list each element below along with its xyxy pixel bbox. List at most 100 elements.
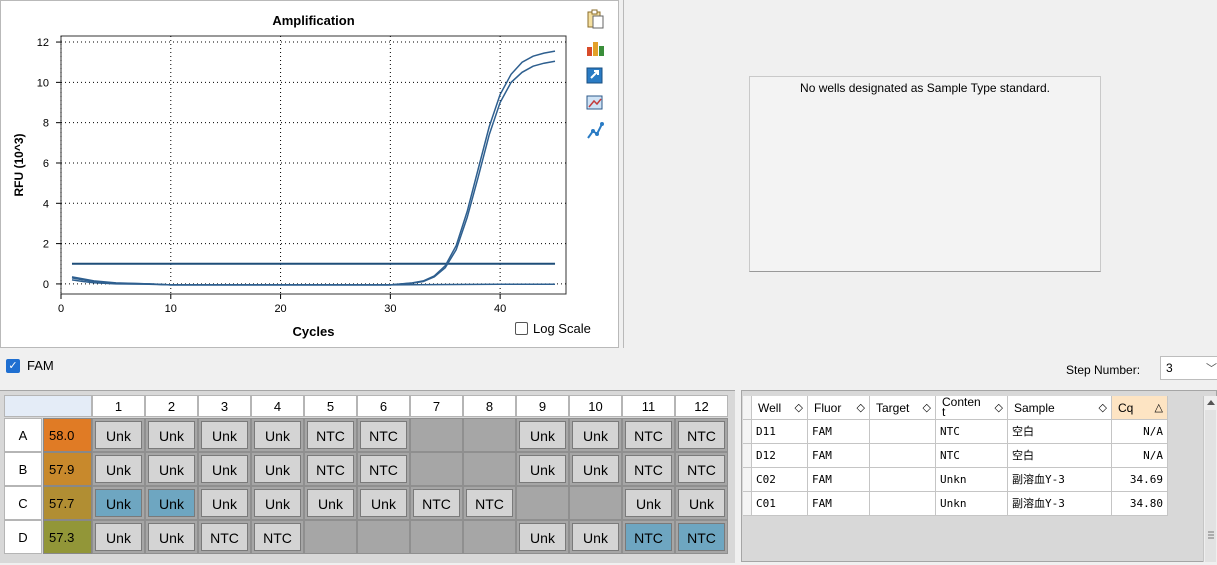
table-cell[interactable]: NTC [936,444,1008,468]
plate-column-header[interactable]: 8 [463,395,516,417]
plate-well[interactable]: Unk [357,486,410,520]
plate-column-header[interactable]: 7 [410,395,463,417]
plate-column-header[interactable]: 6 [357,395,410,417]
table-header-fluor[interactable]: Fluor ◇ [808,396,870,420]
plate-column-header[interactable]: 5 [304,395,357,417]
plate-well[interactable] [463,452,516,486]
plate-well[interactable]: Unk [145,520,198,554]
plate-well[interactable]: Unk [516,520,569,554]
plate-well[interactable]: Unk [675,486,728,520]
plate-well[interactable]: Unk [516,452,569,486]
table-cell[interactable]: 空白 [1008,420,1112,444]
image-icon[interactable] [585,93,605,113]
table-cell[interactable]: N/A [1112,444,1168,468]
row-selector[interactable] [743,468,752,492]
plate-well[interactable]: Unk [304,486,357,520]
plate-well[interactable] [516,486,569,520]
table-cell[interactable]: 34.80 [1112,492,1168,516]
row-selector[interactable] [743,420,752,444]
table-cell[interactable]: D12 [752,444,808,468]
plate-well[interactable] [304,520,357,554]
table-header-well[interactable]: Well ◇ [752,396,808,420]
plate-well[interactable]: NTC [675,520,728,554]
plate-column-header[interactable]: 1 [92,395,145,417]
plate-well[interactable]: Unk [145,418,198,452]
plate-well[interactable] [410,520,463,554]
plate-well[interactable]: Unk [92,418,145,452]
log-scale-checkbox[interactable] [515,322,528,335]
chart-settings-icon[interactable] [585,37,605,57]
plate-well[interactable] [410,452,463,486]
table-cell[interactable] [870,420,936,444]
plate-row-header[interactable]: D [4,520,42,554]
table-cell[interactable]: FAM [808,468,870,492]
plate-well[interactable]: Unk [569,452,622,486]
plate-row-header[interactable]: C [4,486,42,520]
plate-well[interactable]: NTC [463,486,516,520]
chevron-down-icon[interactable]: ﹀ [1206,360,1217,376]
table-cell[interactable]: N/A [1112,420,1168,444]
plate-well[interactable]: Unk [198,486,251,520]
table-scrollbar[interactable] [1203,396,1217,562]
table-header-conten-t[interactable]: Conten t ◇ [936,396,1008,420]
plate-well[interactable] [569,486,622,520]
sort-icon[interactable]: ◇ [923,396,931,420]
plate-column-header[interactable]: 3 [198,395,251,417]
plate-well[interactable]: Unk [516,418,569,452]
plate-well[interactable]: Unk [622,486,675,520]
plate-well[interactable] [463,520,516,554]
table-cell[interactable]: 副溶血Y-3 [1008,492,1112,516]
plate-well[interactable] [463,418,516,452]
sort-icon[interactable]: ◇ [857,396,865,420]
plate-well[interactable]: NTC [622,452,675,486]
plate-column-header[interactable]: 2 [145,395,198,417]
table-cell[interactable]: Unkn [936,468,1008,492]
plate-well[interactable]: NTC [675,418,728,452]
plate-well[interactable]: Unk [569,418,622,452]
sort-icon[interactable]: △ [1155,396,1163,420]
table-cell[interactable]: 副溶血Y-3 [1008,468,1112,492]
log-scale-toggle[interactable]: Log Scale [515,321,591,336]
series-icon[interactable] [585,121,605,141]
plate-well[interactable] [357,520,410,554]
table-cell[interactable]: D11 [752,420,808,444]
plate-well[interactable]: Unk [251,486,304,520]
plate-column-header[interactable]: 9 [516,395,569,417]
fam-checkbox[interactable]: ✓ [6,359,20,373]
plate-well[interactable]: Unk [145,452,198,486]
plate-well[interactable]: NTC [622,520,675,554]
export-icon[interactable] [585,65,605,85]
table-header-target[interactable]: Target ◇ [870,396,936,420]
table-cell[interactable] [870,492,936,516]
table-cell[interactable] [870,468,936,492]
table-cell[interactable]: FAM [808,444,870,468]
table-cell[interactable]: C01 [752,492,808,516]
plate-row-header[interactable]: A [4,418,42,452]
plate-well[interactable]: NTC [251,520,304,554]
plate-column-header[interactable]: 12 [675,395,728,417]
plate-well[interactable]: Unk [92,486,145,520]
table-cell[interactable]: C02 [752,468,808,492]
plate-well[interactable]: NTC [357,418,410,452]
table-cell[interactable]: 空白 [1008,444,1112,468]
plate-row-header[interactable]: B [4,452,42,486]
plate-column-header[interactable]: 4 [251,395,304,417]
plate-well[interactable]: NTC [198,520,251,554]
plate-well[interactable]: Unk [251,418,304,452]
table-cell[interactable] [870,444,936,468]
copy-icon[interactable] [585,9,605,29]
table-header-sample[interactable]: Sample ◇ [1008,396,1112,420]
plate-well[interactable]: Unk [145,486,198,520]
plate-well[interactable]: NTC [622,418,675,452]
plate-well[interactable]: Unk [569,520,622,554]
plate-well[interactable]: NTC [304,452,357,486]
row-selector[interactable] [743,492,752,516]
plate-column-header[interactable]: 11 [622,395,675,417]
plate-well[interactable]: NTC [410,486,463,520]
plate-column-header[interactable]: 10 [569,395,622,417]
table-cell[interactable]: 34.69 [1112,468,1168,492]
plate-well[interactable]: Unk [198,418,251,452]
plate-well[interactable]: Unk [92,452,145,486]
table-cell[interactable]: NTC [936,420,1008,444]
table-cell[interactable]: FAM [808,492,870,516]
